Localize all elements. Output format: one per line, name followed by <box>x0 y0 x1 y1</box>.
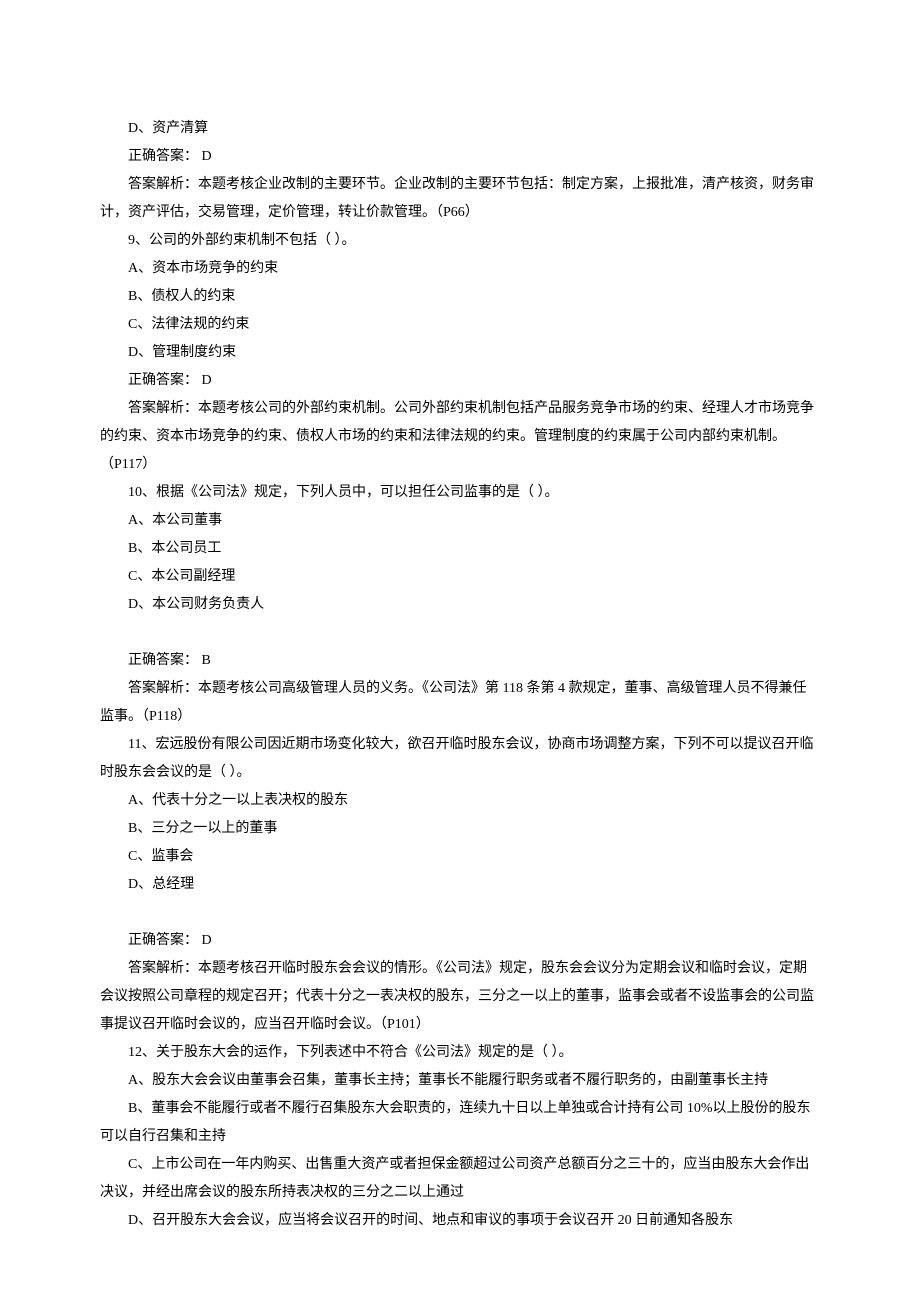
q12-option-a: A、股东大会会议由董事会召集，董事长主持；董事长不能履行职务或者不履行职务的，由… <box>100 1067 820 1095</box>
q11-stem: 11、宏远股份有限公司因近期市场变化较大，欲召开临时股东会议，协商市场调整方案，… <box>100 731 820 787</box>
q8-explain: 答案解析：本题考核企业改制的主要环节。企业改制的主要环节包括：制定方案，上报批准… <box>100 171 820 227</box>
q10-explain: 答案解析：本题考核公司高级管理人员的义务。《公司法》第 118 条第 4 款规定… <box>100 675 820 731</box>
q11-answer: 正确答案： D <box>100 927 820 955</box>
q11-option-c: C、监事会 <box>100 843 820 871</box>
q10-option-d: D、本公司财务负责人 <box>100 591 820 619</box>
q11-option-d: D、总经理 <box>100 871 820 899</box>
q11-option-b: B、三分之一以上的董事 <box>100 815 820 843</box>
q12-option-c: C、上市公司在一年内购买、出售重大资产或者担保金额超过公司资产总额百分之三十的，… <box>100 1151 820 1207</box>
q11-option-a: A、代表十分之一以上表决权的股东 <box>100 787 820 815</box>
q9-option-a: A、资本市场竞争的约束 <box>100 255 820 283</box>
q8-answer: 正确答案： D <box>100 143 820 171</box>
q10-option-a: A、本公司董事 <box>100 507 820 535</box>
q10-option-b: B、本公司员工 <box>100 535 820 563</box>
q10-option-c: C、本公司副经理 <box>100 563 820 591</box>
q12-option-d: D、召开股东大会会议，应当将会议召开的时间、地点和审议的事项于会议召开 20 日… <box>100 1207 820 1235</box>
q8-option-d: D、资产清算 <box>100 115 820 143</box>
q9-option-c: C、法律法规的约束 <box>100 311 820 339</box>
q9-stem: 9、公司的外部约束机制不包括（ ）。 <box>100 227 820 255</box>
q12-stem: 12、关于股东大会的运作，下列表述中不符合《公司法》规定的是（ ）。 <box>100 1039 820 1067</box>
q9-option-d: D、管理制度约束 <box>100 339 820 367</box>
q10-answer: 正确答案： B <box>100 647 820 675</box>
q9-explain: 答案解析：本题考核公司的外部约束机制。公司外部约束机制包括产品服务竞争市场的约束… <box>100 395 820 479</box>
q9-option-b: B、债权人的约束 <box>100 283 820 311</box>
q12-option-b: B、董事会不能履行或者不履行召集股东大会职责的，连续九十日以上单独或合计持有公司… <box>100 1095 820 1151</box>
q10-stem: 10、根据《公司法》规定，下列人员中，可以担任公司监事的是（ ）。 <box>100 479 820 507</box>
q11-explain: 答案解析：本题考核召开临时股东会会议的情形。《公司法》规定，股东会会议分为定期会… <box>100 955 820 1039</box>
q9-answer: 正确答案： D <box>100 367 820 395</box>
